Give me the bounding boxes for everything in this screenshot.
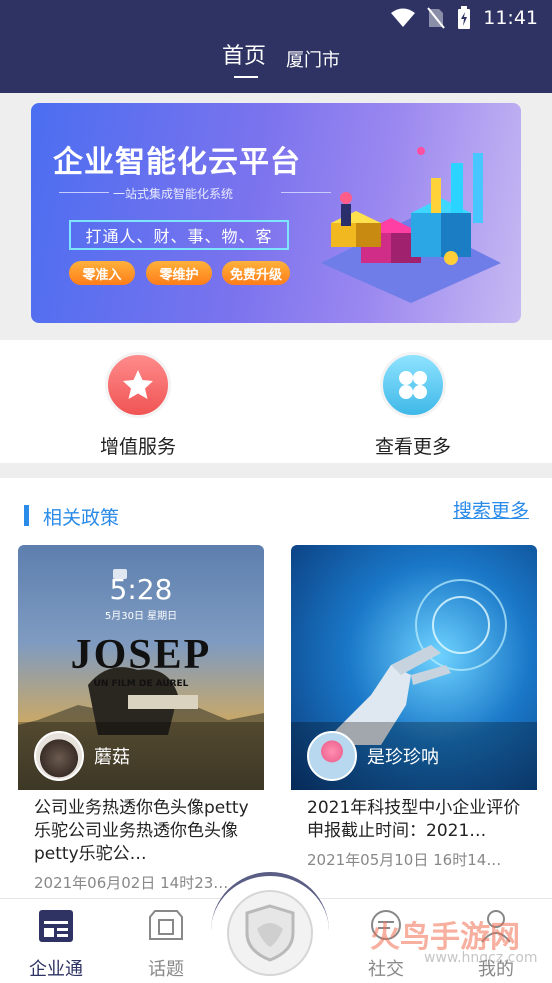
avatar: [34, 731, 84, 781]
banner-tagline: 打通人、财、事、物、客: [69, 220, 289, 250]
section-title: 相关政策: [43, 507, 120, 529]
tab-label: 社交: [368, 959, 404, 980]
author-name: 蘑菇: [94, 747, 130, 768]
watermark-url: www.hnqcz.com: [424, 950, 538, 966]
author-name: 是珍珍呐: [367, 747, 439, 768]
poster-title: JOSEP: [70, 632, 212, 678]
battery-icon: [458, 6, 471, 29]
card-image: 5:28 5月30日 星期日 JOSEP UN FILM DE AUREL 蘑菇: [18, 545, 264, 790]
value-added-service-button[interactable]: 增值服务: [68, 352, 208, 459]
service-label: 查看更多: [374, 436, 451, 458]
policy-card[interactable]: 5:28 5月30日 星期日 JOSEP UN FILM DE AUREL 蘑菇…: [18, 545, 264, 893]
no-sim-icon: [427, 7, 446, 29]
poster-subtitle: UN FILM DE AUREL: [93, 679, 189, 689]
card-author: 是珍珍呐: [291, 722, 537, 790]
card-author: 蘑菇: [18, 722, 264, 790]
card-text: 2021年科技型中小企业评价 申报截止时间：2021…: [307, 798, 521, 841]
tab-topic[interactable]: 话题: [126, 907, 206, 981]
shield-emblem-icon: [227, 890, 313, 976]
isometric-city-illustration: [321, 147, 501, 303]
status-time: 11:41: [483, 7, 538, 29]
policy-section: 相关政策 搜索更多 5:28 5月30日 星期日 JOSEP UN FILM D…: [0, 478, 552, 898]
card-text: 公司业务热透你色头像petty乐驼公司业务热透你色头像petty乐驼公…: [34, 798, 249, 864]
service-label: 增值服务: [99, 436, 176, 458]
section-accent-bar: [24, 505, 29, 526]
policy-card[interactable]: 是珍珍呐 2021年科技型中小企业评价 申报截止时间：2021… 2021年05…: [291, 545, 537, 870]
banner-area: 企业智能化云平台 一站式集成智能化系统 打通人、财、事、物、客 零准入 零维护 …: [0, 93, 552, 340]
card-date: 2021年06月02日 14时23…: [34, 874, 229, 892]
lock-time: 5:28: [109, 573, 173, 606]
enterprise-icon: [16, 907, 96, 945]
wifi-icon: [391, 8, 416, 27]
tab-label: 话题: [148, 959, 184, 980]
banner-divider-left: [59, 192, 109, 193]
card-image: 是珍珍呐: [291, 545, 537, 790]
city-selector[interactable]: 厦门市: [286, 46, 340, 72]
lock-date: 5月30日 星期日: [104, 611, 178, 622]
topic-icon: [126, 907, 206, 945]
center-emblem-button[interactable]: [211, 872, 329, 983]
banner-subtitle: 一站式集成智能化系统: [113, 187, 234, 201]
banner-title: 企业智能化云平台: [53, 145, 301, 180]
service-shortcuts: 增值服务 查看更多: [0, 340, 552, 463]
tab-home[interactable]: 首页: [222, 38, 266, 70]
tab-home-indicator: [234, 76, 258, 78]
app-header: 11:41 首页 厦门市: [0, 0, 552, 93]
banner-pill: 免费升级: [222, 261, 290, 285]
tab-enterprise[interactable]: 企业通: [16, 907, 96, 981]
tab-label: 企业通: [29, 959, 83, 980]
view-more-button[interactable]: 查看更多: [343, 352, 483, 459]
search-more-link[interactable]: 搜索更多: [453, 496, 529, 523]
grid-icon: [380, 352, 446, 418]
star-icon: [105, 352, 171, 418]
avatar: [307, 731, 357, 781]
banner-pill: 零准入: [69, 261, 135, 285]
promo-banner[interactable]: 企业智能化云平台 一站式集成智能化系统 打通人、财、事、物、客 零准入 零维护 …: [31, 103, 521, 323]
status-bar: 11:41: [391, 6, 538, 30]
card-date: 2021年05月10日 16时14…: [307, 851, 502, 869]
banner-pill: 零维护: [146, 261, 212, 285]
